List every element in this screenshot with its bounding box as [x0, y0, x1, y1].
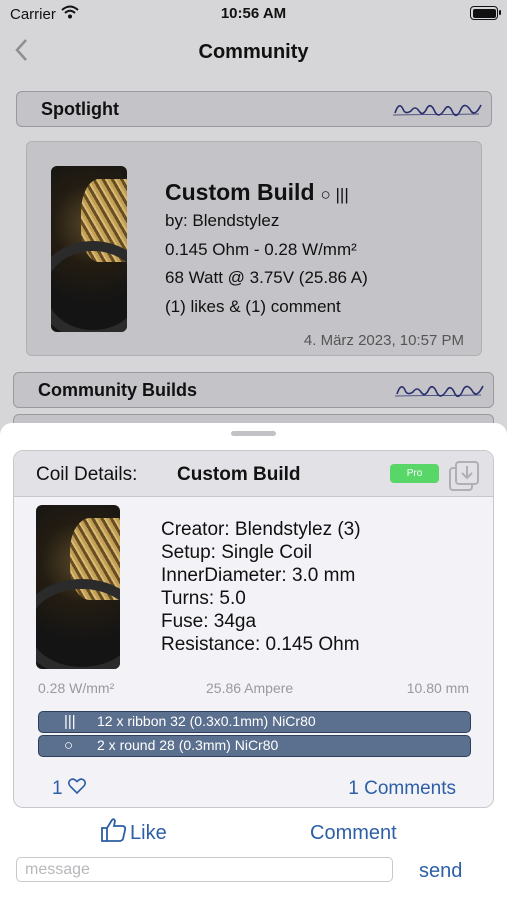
heart-icon	[67, 778, 86, 799]
turns-line: Turns: 5.0	[161, 588, 246, 609]
coil-details-sheet: Coil Details: Custom Build Pro Creator: …	[0, 423, 507, 900]
coil-details-label: Coil Details:	[36, 464, 138, 485]
round-wire-icon: ○	[64, 737, 74, 754]
status-bar: Carrier 10:56 AM	[0, 0, 507, 30]
ribbon-wire-icon: |||	[64, 713, 76, 730]
community-builds-header: Community Builds	[13, 372, 494, 408]
comments-link[interactable]: 1 Comments	[348, 778, 456, 800]
setup-line: Setup: Single Coil	[161, 542, 313, 563]
coil-detail-image	[36, 505, 120, 669]
wire-row: ||| 12 x ribbon 32 (0.3x0.1mm) NiCr80	[38, 711, 471, 733]
coil-details-panel: Coil Details: Custom Build Pro Creator: …	[13, 450, 494, 808]
wire-description: 2 x round 28 (0.3mm) NiCr80	[97, 737, 279, 753]
coil-symbols: ○ |||	[320, 185, 349, 204]
signature-logo	[391, 98, 483, 132]
coil-details-header: Coil Details: Custom Build Pro	[14, 451, 493, 497]
spotlight-title: Custom Build ○ |||	[165, 179, 349, 206]
signature-logo	[393, 379, 485, 413]
spotlight-header: Spotlight	[16, 91, 492, 127]
pro-badge: Pro	[390, 464, 439, 483]
wire-row: ○ 2 x round 28 (0.3mm) NiCr80	[38, 735, 471, 757]
spotlight-card[interactable]: Custom Build ○ ||| by: Blendstylez 0.145 …	[26, 141, 482, 356]
likes-counter[interactable]: 1	[52, 778, 86, 800]
community-builds-label: Community Builds	[38, 380, 198, 400]
thumbs-up-icon	[101, 818, 127, 842]
creator-line: Creator: Blendstylez (3)	[161, 519, 361, 540]
wire-description: 12 x ribbon 32 (0.3x0.1mm) NiCr80	[97, 713, 316, 729]
ampere-stat: 25.86 Ampere	[206, 680, 294, 696]
coil-details-title: Custom Build	[177, 464, 301, 485]
comment-button[interactable]: Comment	[310, 822, 397, 845]
spotlight-engagement: (1) likes & (1) comment	[165, 297, 341, 316]
heat-flux-stat: 0.28 W/mm²	[38, 680, 115, 696]
fuse-line: Fuse: 34ga	[161, 611, 257, 632]
resistance-line: Resistance: 0.145 Ohm	[161, 634, 360, 655]
likes-count: 1	[52, 778, 63, 799]
spotlight-label: Spotlight	[41, 99, 119, 119]
spotlight-title-text: Custom Build	[165, 179, 315, 205]
like-button[interactable]: Like	[100, 817, 167, 845]
spotlight-specs-resistance: 0.145 Ohm - 0.28 W/mm²	[165, 240, 357, 259]
message-input[interactable]	[16, 857, 393, 882]
spotlight-specs-power: 68 Watt @ 3.75V (25.86 A)	[165, 268, 368, 287]
coil-thumbnail	[51, 166, 127, 332]
like-label: Like	[130, 822, 167, 844]
send-button[interactable]: send	[419, 860, 462, 883]
spotlight-date: 4. März 2023, 10:57 PM	[303, 332, 464, 349]
battery-icon	[470, 6, 501, 20]
sheet-grabber[interactable]	[231, 431, 276, 436]
spotlight-author: by: Blendstylez	[165, 211, 280, 230]
status-time: 10:56 AM	[220, 5, 287, 22]
length-stat: 10.80 mm	[406, 680, 469, 696]
inner-diameter-line: InnerDiameter: 3.0 mm	[161, 565, 356, 586]
page-title: Community	[198, 41, 309, 63]
download-icon[interactable]	[448, 460, 480, 497]
